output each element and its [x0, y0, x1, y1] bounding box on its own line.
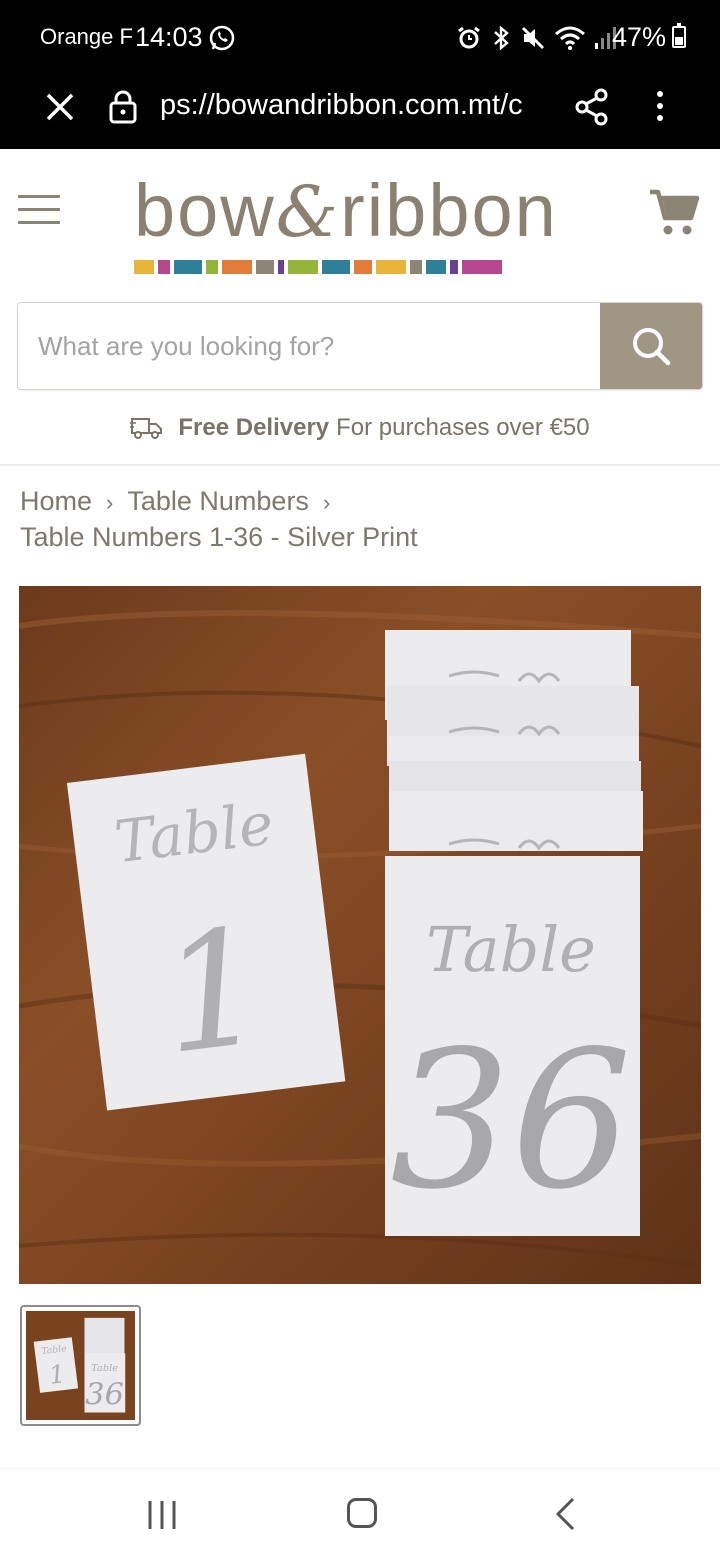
logo-stripe [256, 260, 274, 274]
home-icon[interactable] [347, 1498, 377, 1528]
mute-icon [521, 26, 545, 50]
logo-stripe [278, 260, 284, 274]
alarm-icon [458, 26, 480, 49]
svg-text:Table: Table [426, 913, 596, 986]
search-button[interactable] [600, 303, 702, 389]
logo-stripes [134, 260, 506, 274]
site-logo[interactable]: bow&ribbon [134, 168, 594, 278]
breadcrumb: Home › Table Numbers › Table Numbers 1-36 -… [20, 484, 700, 554]
search-form [17, 302, 703, 390]
menu-icon[interactable] [18, 195, 60, 227]
battery-percent: 47% [612, 22, 667, 52]
logo-wordmark: bow&ribbon [134, 169, 558, 253]
svg-text:36: 36 [390, 1010, 632, 1231]
logo-stripe [376, 260, 406, 274]
logo-stripe [134, 260, 154, 274]
cart-icon[interactable] [648, 186, 700, 243]
breadcrumb-current: Table Numbers 1-36 - Silver Print [20, 522, 418, 552]
logo-stripe [174, 260, 202, 274]
logo-stripe [288, 260, 318, 274]
logo-stripe [222, 260, 252, 274]
recent-apps-icon[interactable] [146, 1499, 178, 1536]
logo-stripe [206, 260, 218, 274]
free-delivery-banner: Free Delivery For purchases over €50 [0, 408, 720, 448]
share-icon[interactable] [574, 87, 610, 132]
back-icon[interactable] [553, 1497, 577, 1536]
logo-stripe [410, 260, 422, 274]
logo-stripe [450, 260, 458, 274]
delivery-text: For purchases over €50 [336, 414, 590, 441]
address-bar[interactable]: ps://bowandribbon.com.mt/c [160, 89, 550, 122]
chevron-right-icon: › [322, 490, 331, 515]
status-bar: Orange F 14:03 47% [0, 0, 720, 75]
wifi-icon [555, 26, 585, 50]
whatsapp-icon [208, 24, 236, 57]
chevron-right-icon: › [106, 490, 114, 515]
product-main-image[interactable]: Table 1 Table 36 [19, 586, 701, 1284]
product-thumbnail[interactable]: Table 1 Table 36 [20, 1305, 141, 1426]
header-divider [0, 464, 720, 466]
system-nav-bar [0, 1468, 720, 1560]
browser-toolbar: ps://bowandribbon.com.mt/c [0, 75, 720, 149]
search-input[interactable] [18, 303, 602, 389]
svg-text:Table: Table [91, 1363, 118, 1374]
carrier-label: Orange F [40, 24, 133, 49]
clock: 14:03 [135, 22, 203, 52]
search-icon [633, 328, 671, 366]
logo-stripe [354, 260, 372, 274]
close-icon[interactable] [42, 89, 78, 125]
status-icons [456, 24, 618, 52]
delivery-truck-icon [130, 418, 163, 439]
bluetooth-icon [494, 25, 509, 51]
delivery-title: Free Delivery [178, 414, 330, 441]
breadcrumb-home-link[interactable]: Home [20, 486, 92, 516]
battery-icon [672, 23, 686, 48]
lock-icon[interactable] [108, 89, 138, 130]
logo-stripe [322, 260, 350, 274]
svg-text:36: 36 [85, 1378, 124, 1413]
logo-stripe [462, 260, 502, 274]
logo-stripe [426, 260, 446, 274]
breadcrumb-category-link[interactable]: Table Numbers [127, 486, 309, 516]
more-vert-icon[interactable] [648, 87, 672, 132]
battery-fill [675, 37, 683, 45]
logo-stripe [158, 260, 170, 274]
